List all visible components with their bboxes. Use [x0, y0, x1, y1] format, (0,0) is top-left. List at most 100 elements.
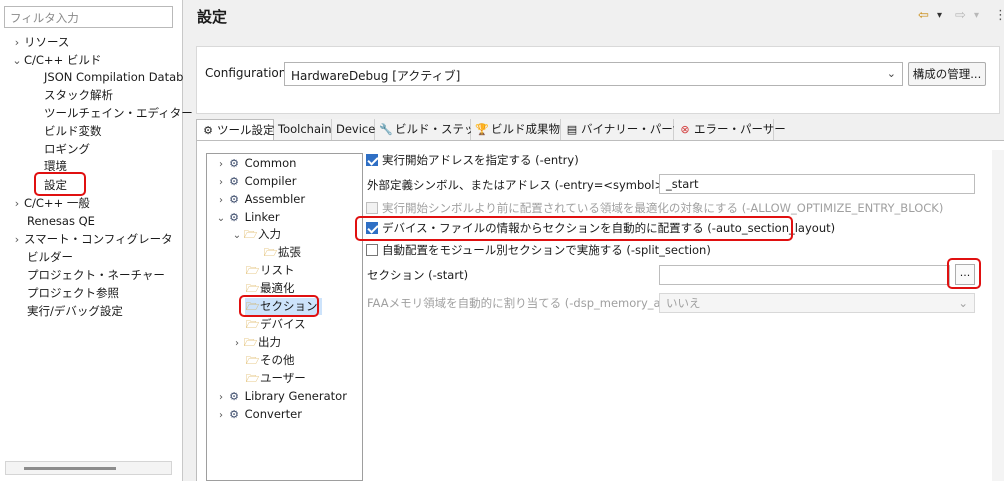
tree-item-converter[interactable]: › ⚙ Converter	[215, 406, 302, 423]
entry-checkbox[interactable]	[366, 154, 378, 166]
nav-item-json-compilation[interactable]: JSON Compilation Datab	[44, 68, 183, 86]
chevron-right-icon[interactable]: ›	[215, 174, 227, 191]
binary-icon: ▤	[566, 123, 578, 136]
forward-arrow-icon[interactable]: ⇨	[955, 8, 966, 24]
tab-toolchain[interactable]: Toolchain	[274, 119, 332, 141]
tree-item-linker[interactable]: ⌄ ⚙ Linker	[215, 209, 280, 226]
nav-item-toolchain-editor[interactable]: ツールチェイン・エディター	[44, 104, 193, 122]
tab-label: ビルド成果物	[491, 122, 560, 136]
tree-item-misc[interactable]: 🗁その他	[245, 352, 295, 369]
highlight-tree-section	[239, 295, 319, 317]
error-icon: ⊗	[680, 123, 690, 136]
entry-label: 実行開始アドレスを指定する (-entry)	[382, 153, 579, 167]
allow-optimize-checkbox[interactable]	[366, 202, 378, 214]
nav-item-label: スマート・コンフィグレータ	[24, 232, 173, 246]
entry-checkbox-row[interactable]: 実行開始アドレスを指定する (-entry)	[366, 150, 579, 170]
nav-item-stack-analysis[interactable]: スタック解析	[44, 86, 113, 104]
tool-settings-tree[interactable]: › ⚙ Common › ⚙ Compiler › ⚙ Assembler ⌄ ⚙ Li…	[206, 153, 363, 481]
trophy-icon: 🏆	[475, 123, 489, 136]
left-horizontal-scrollbar[interactable]	[5, 461, 172, 475]
chevron-right-icon[interactable]: ›	[10, 34, 24, 52]
tree-item-output[interactable]: › 🗁出力	[231, 334, 281, 351]
tab-build-steps[interactable]: 🔧 ビルド・ステップ	[375, 119, 487, 141]
chevron-right-icon[interactable]: ›	[215, 156, 227, 173]
tab-label: ツール設定	[217, 123, 275, 137]
gear-icon: ⚙	[203, 124, 213, 137]
tree-item-list[interactable]: 🗁リスト	[245, 262, 295, 279]
nav-item-label: C/C++ ビルド	[24, 53, 102, 67]
section-start-field[interactable]	[659, 265, 950, 285]
tree-item-device[interactable]: 🗁デバイス	[245, 316, 306, 333]
nav-item-project-references[interactable]: プロジェクト参照	[27, 284, 119, 302]
dsp-memory-select: いいえ ⌄	[659, 293, 975, 313]
gear-icon: ⚙	[229, 193, 239, 206]
tab-binary-parsers[interactable]: ▤ バイナリー・パーサー	[561, 119, 696, 141]
tree-item-user[interactable]: 🗁ユーザー	[245, 370, 306, 387]
vertical-scrollbar[interactable]	[992, 150, 1004, 481]
back-dropdown-icon[interactable]: ▾	[937, 8, 942, 24]
tree-item-label: Linker	[244, 210, 280, 224]
tree-item-label: デバイス	[260, 317, 306, 331]
tab-error-parsers[interactable]: ⊗ エラー・パーサー	[674, 119, 786, 141]
nav-item-logging[interactable]: ロギング	[44, 140, 90, 158]
split-section-row[interactable]: 自動配置をモジュール別セクションで実施する (-split_section)	[366, 240, 711, 260]
tab-label: エラー・パーサー	[694, 122, 786, 136]
entry-symbol-label: 外部定義シンボル、またはアドレス (-entry=<symbol>)	[367, 178, 669, 192]
tree-item-library-generator[interactable]: › ⚙ Library Generator	[215, 388, 347, 405]
tree-item-assembler[interactable]: › ⚙ Assembler	[215, 191, 305, 208]
highlight-nav-settings	[34, 172, 86, 196]
page-title: 設定	[197, 8, 228, 26]
gear-icon: ⚙	[229, 157, 239, 170]
gear-icon: ⚙	[229, 408, 239, 421]
tab-device[interactable]: Device	[332, 119, 375, 141]
allow-optimize-row[interactable]: 実行開始シンボルより前に配置されている領域を最適化の対象にする (-ALLOW_…	[366, 198, 943, 218]
chevron-down-icon[interactable]: ⌄	[231, 227, 243, 244]
split-section-checkbox[interactable]	[366, 244, 378, 256]
back-arrow-icon[interactable]: ⇦	[918, 8, 929, 24]
configuration-select[interactable]: HardwareDebug [アクティブ] ⌄	[284, 62, 903, 86]
nav-item-cpp-build[interactable]: ⌄ C/C++ ビルド	[10, 51, 101, 69]
scrollbar-thumb[interactable]	[24, 467, 116, 470]
folder-icon: 🗁	[245, 318, 260, 331]
nav-item-cpp-general[interactable]: › C/C++ 一般	[10, 194, 90, 212]
chevron-right-icon[interactable]: ›	[10, 231, 24, 249]
tree-item-label: Compiler	[244, 174, 297, 188]
entry-symbol-field[interactable]: _start	[659, 174, 975, 194]
chevron-right-icon[interactable]: ›	[231, 335, 243, 352]
chevron-right-icon[interactable]: ›	[215, 192, 227, 209]
nav-item-renesas-qe[interactable]: Renesas QE	[27, 212, 95, 230]
chevron-down-icon[interactable]: ⌄	[10, 52, 24, 70]
gear-icon: ⚙	[229, 390, 239, 403]
chevron-down-icon[interactable]: ⌄	[215, 210, 227, 227]
forward-dropdown-icon[interactable]: ▾	[974, 8, 979, 24]
filter-input[interactable]: フィルタ入力	[4, 6, 173, 28]
chevron-right-icon[interactable]: ›	[215, 389, 227, 406]
nav-item-run-debug-settings[interactable]: 実行/デバッグ設定	[27, 302, 123, 320]
nav-item-builders[interactable]: ビルダー	[27, 248, 73, 266]
folder-icon: 🗁	[263, 246, 278, 259]
view-menu-icon[interactable]: ⋮	[994, 8, 1004, 24]
chevron-right-icon[interactable]: ›	[10, 195, 24, 213]
nav-item-smart-configurator[interactable]: › スマート・コンフィグレータ	[10, 230, 173, 248]
tab-build-artifact[interactable]: 🏆 ビルド成果物	[471, 119, 561, 141]
tree-item-label: その他	[260, 353, 295, 367]
tree-item-common[interactable]: › ⚙ Common	[215, 155, 296, 172]
highlight-auto-section	[355, 216, 793, 241]
nav-item-project-natures[interactable]: プロジェクト・ネーチャー	[27, 266, 165, 284]
highlight-browse-button	[947, 258, 981, 289]
nav-item-resources[interactable]: › リソース	[10, 33, 70, 52]
nav-item-label: リソース	[24, 35, 70, 49]
chevron-down-icon: ⌄	[958, 296, 968, 310]
manage-configurations-button[interactable]: 構成の管理...	[908, 62, 986, 86]
tree-item-extended[interactable]: 🗁拡張	[263, 244, 301, 261]
tab-label: Toolchain	[278, 122, 332, 136]
tree-item-compiler[interactable]: › ⚙ Compiler	[215, 173, 296, 190]
nav-item-build-variables[interactable]: ビルド変数	[44, 122, 102, 140]
tab-tool-settings[interactable]: ⚙ ツール設定	[196, 119, 275, 141]
nav-item-label: C/C++ 一般	[24, 196, 90, 210]
tree-item-input[interactable]: ⌄ 🗁入力	[231, 226, 281, 243]
folder-icon: 🗁	[245, 354, 260, 367]
chevron-down-icon: ⌄	[886, 67, 896, 80]
chevron-right-icon[interactable]: ›	[215, 407, 227, 424]
dsp-memory-label: FAAメモリ領域を自動的に割り当てる (-dsp_memory_area)	[367, 296, 684, 310]
